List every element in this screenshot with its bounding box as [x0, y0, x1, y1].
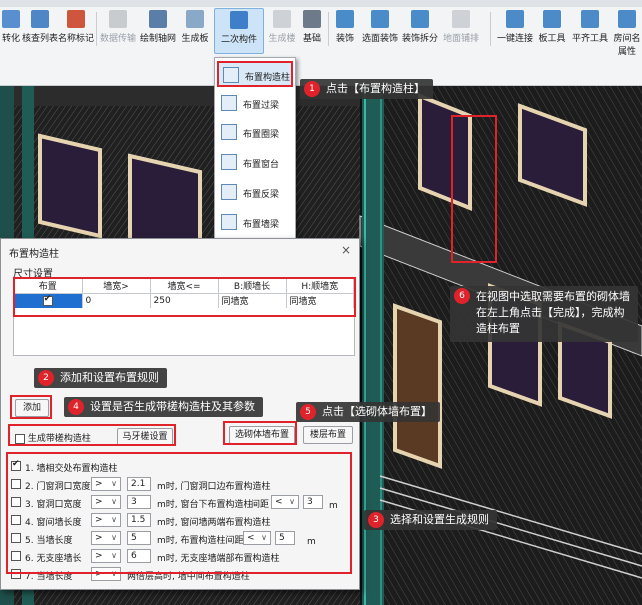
annotation-box-grid [13, 277, 356, 317]
grid-icon [149, 10, 167, 28]
window-sill-icon [221, 154, 237, 170]
connect-icon [506, 10, 524, 28]
annotation-box-dentate [8, 424, 176, 446]
menu-item-place-inverted-beam[interactable]: 布置反梁 [217, 180, 293, 206]
ring-beam-icon [221, 124, 237, 140]
ribbon-separator [96, 12, 97, 46]
slab-icon [186, 10, 204, 28]
menu-item-place-constructional-column[interactable]: 布置构造柱 [217, 61, 293, 87]
callout-step-3: 3 选择和设置生成规则 [364, 510, 497, 530]
callout-step-1: 1 点击【布置构造柱】 [300, 79, 433, 99]
check-list-icon [31, 10, 49, 28]
tool-data-transfer: 数据传输 [98, 10, 138, 50]
annotation-box-add [10, 395, 52, 419]
callout-step-2: 2 添加和设置布置规则 [34, 368, 167, 388]
tool-name-mark[interactable]: 名称标记 [58, 10, 94, 50]
align-icon [581, 10, 599, 28]
stair-icon [273, 10, 291, 28]
close-icon[interactable]: × [341, 243, 351, 257]
inverted-beam-icon [221, 184, 237, 200]
tool-check-list[interactable]: 核查列表 [22, 10, 58, 50]
tool-decoration[interactable]: 装饰 [330, 10, 360, 50]
annotation-box-rules [6, 452, 352, 574]
secondary-component-icon [230, 11, 248, 29]
dialog-title: 布置构造柱 [9, 249, 59, 260]
room-name-icon [618, 10, 636, 28]
callout-step-6: 6 在视图中选取需要布置的砌体墙在左上角点击【完成】，完成构造柱布置 [450, 286, 638, 342]
tool-slab-tools[interactable]: 板工具 [536, 10, 568, 50]
floor-tiling-icon [452, 10, 470, 28]
ribbon-tab-strip [0, 0, 642, 7]
tool-draw-grid[interactable]: 绘制轴网 [138, 10, 178, 50]
decoration-icon [336, 10, 354, 28]
tool-secondary-component[interactable]: 二次构件 [214, 8, 264, 54]
ribbon-separator [328, 12, 329, 46]
ribbon-toolbar: 转化 核查列表 名称标记 数据传输 绘制轴网 生成板 二次构件 生成楼 基础 装… [0, 0, 642, 86]
tool-one-click-connect[interactable]: 一键连接 [494, 10, 536, 50]
tool-floor-tiling: 地面铺排 [440, 10, 482, 50]
tool-foundation[interactable]: 基础 [298, 10, 326, 50]
tool-face-decoration[interactable]: 选面装饰 [360, 10, 400, 50]
decoration-split-icon [411, 10, 429, 28]
lintel-icon [221, 95, 237, 111]
name-mark-icon [67, 10, 85, 28]
tool-generate-stair: 生成楼 [266, 10, 298, 50]
constructional-column-icon [223, 67, 239, 83]
data-transfer-icon [109, 10, 127, 28]
slab-tools-icon [543, 10, 561, 28]
tool-generate-slab[interactable]: 生成板 [178, 10, 212, 50]
tool-align[interactable]: 平齐工具 [570, 10, 610, 50]
floor-place-button[interactable]: 楼层布置 [303, 426, 353, 444]
callout-step-4: 4 设置是否生成带槎构造柱及其参数 [64, 397, 263, 417]
annotation-box-select-wall [223, 421, 297, 445]
face-decoration-icon [371, 10, 389, 28]
tool-convert[interactable]: 转化 [0, 10, 22, 50]
tool-room-name[interactable]: 房间名 属性 [612, 10, 642, 57]
foundation-icon [303, 10, 321, 28]
tool-decoration-split[interactable]: 装饰拆分 [400, 10, 440, 50]
secondary-component-menu: 布置构造柱 布置过梁 布置圈梁 布置窗台 布置反梁 布置墙梁 [214, 57, 296, 241]
menu-item-place-window-sill[interactable]: 布置窗台 [217, 150, 293, 176]
wall-beam-icon [221, 214, 237, 230]
ribbon-separator [490, 12, 491, 46]
menu-item-place-ring-beam[interactable]: 布置圈梁 [217, 120, 293, 146]
menu-item-place-wall-beam[interactable]: 布置墙梁 [217, 210, 293, 236]
callout-step-5: 5 点击【选砌体墙布置】 [296, 402, 440, 422]
convert-icon [2, 10, 20, 28]
menu-item-place-lintel[interactable]: 布置过梁 [217, 91, 293, 117]
